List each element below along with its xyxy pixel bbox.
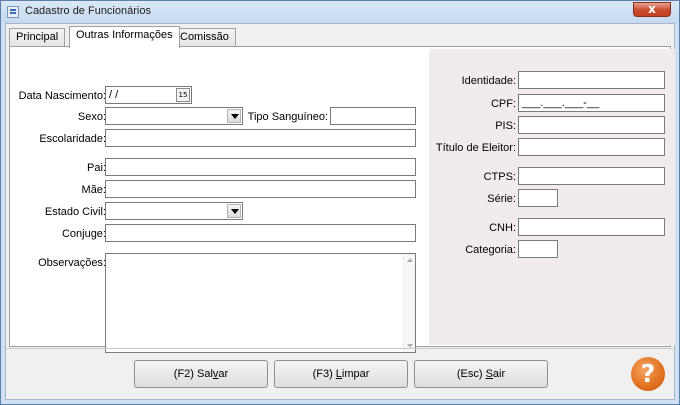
- escolaridade-label: Escolaridade:: [39, 133, 106, 145]
- conjuge-field[interactable]: [105, 224, 416, 242]
- titulo-eleitor-label: Título de Eleitor:: [435, 142, 516, 154]
- window-title: Cadastro de Funcionários: [25, 5, 151, 17]
- salvar-button[interactable]: (F2) Salvar: [134, 360, 268, 388]
- categoria-field[interactable]: [518, 240, 558, 258]
- mae-field[interactable]: [105, 180, 416, 198]
- observacoes-memo[interactable]: [105, 253, 416, 353]
- estado-civil-label: Estado Civil:: [44, 206, 106, 218]
- tipo-sanguineo-field[interactable]: [330, 107, 416, 125]
- window: Cadastro de Funcionários x Principal Out…: [0, 0, 680, 405]
- chevron-down-icon[interactable]: [227, 109, 241, 123]
- scroll-up-icon[interactable]: [407, 258, 413, 262]
- tab-outras-informacoes[interactable]: Outras Informações: [69, 26, 180, 48]
- data-nascimento-value: / /: [109, 89, 119, 101]
- tipo-sanguineo-label: Tipo Sanguíneo:: [247, 111, 328, 123]
- pai-field[interactable]: [105, 158, 416, 176]
- sair-label-suffix: air: [492, 368, 506, 380]
- pai-label: Pai:: [87, 162, 106, 174]
- ctps-label: CTPS:: [483, 171, 516, 183]
- pis-field[interactable]: [518, 116, 665, 134]
- app-icon: [7, 6, 19, 18]
- identidade-field[interactable]: [518, 71, 665, 89]
- documents-panel: Identidade: CPF: ___.___.___-__ PIS: Tít…: [429, 49, 675, 345]
- tab-comissao[interactable]: Comissão: [173, 28, 236, 47]
- titulo-eleitor-field[interactable]: [518, 138, 665, 156]
- cpf-label: CPF:: [490, 98, 516, 110]
- sair-button[interactable]: (Esc) Sair: [414, 360, 548, 388]
- help-icon[interactable]: ?: [631, 357, 665, 391]
- identidade-label: Identidade:: [461, 75, 516, 87]
- calendar-icon[interactable]: 15: [176, 88, 190, 102]
- estado-civil-select[interactable]: [105, 202, 243, 220]
- limpar-button[interactable]: (F3) Limpar: [274, 360, 408, 388]
- categoria-label: Categoria:: [465, 244, 516, 256]
- close-button[interactable]: x: [633, 2, 671, 17]
- title-bar: Cadastro de Funcionários x: [1, 1, 679, 23]
- cnh-field[interactable]: [518, 218, 665, 236]
- sexo-label: Sexo:: [77, 111, 106, 123]
- data-nascimento-field[interactable]: / / 15: [105, 86, 192, 104]
- client-area: Principal Outras Informações Comissão Da…: [5, 23, 675, 400]
- chevron-down-icon[interactable]: [227, 204, 241, 218]
- observacoes-label: Observações:: [38, 257, 106, 269]
- memo-scrollbar[interactable]: [403, 254, 415, 352]
- salvar-label-suffix: ar: [218, 368, 229, 380]
- tab-principal[interactable]: Principal: [9, 28, 66, 47]
- conjuge-label: Conjuge:: [61, 228, 106, 240]
- divider: [6, 348, 674, 349]
- ctps-field[interactable]: [518, 167, 665, 185]
- cnh-label: CNH:: [489, 222, 516, 234]
- serie-label: Série:: [487, 193, 516, 205]
- data-nascimento-label: Data Nascimento:: [18, 90, 106, 102]
- mae-label: Mãe:: [81, 184, 106, 196]
- cpf-field[interactable]: ___.___.___-__: [518, 94, 665, 112]
- escolaridade-field[interactable]: [105, 129, 416, 147]
- limpar-label-prefix: (F3): [312, 368, 336, 380]
- sair-label-accel: S: [485, 368, 493, 380]
- sair-label-prefix: (Esc): [456, 368, 486, 380]
- salvar-label-prefix: (F2) Sal: [173, 368, 213, 380]
- serie-field[interactable]: [518, 189, 558, 207]
- pis-label: PIS:: [495, 120, 516, 132]
- sexo-select[interactable]: [105, 107, 243, 125]
- limpar-label-suffix: impar: [341, 368, 370, 380]
